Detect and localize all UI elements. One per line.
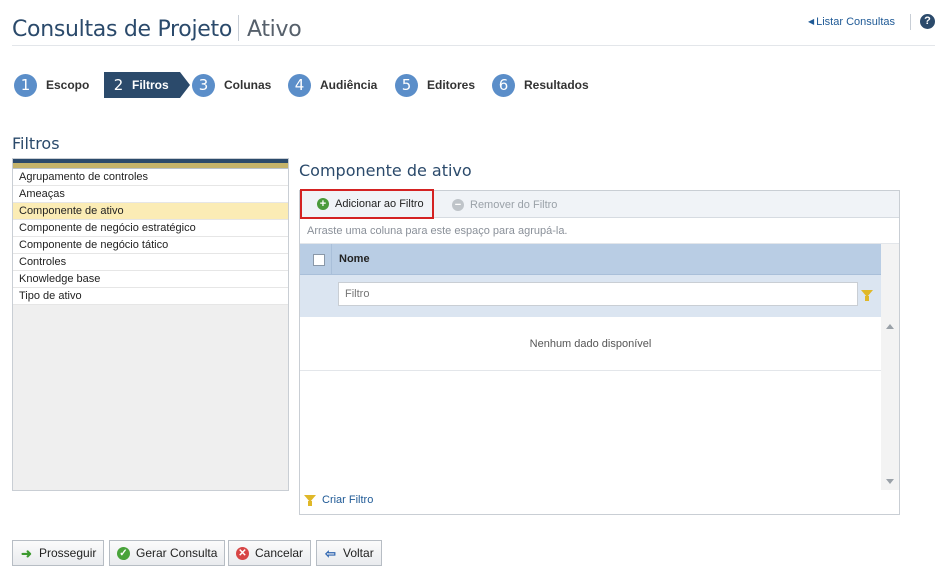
step-resultados[interactable]: 6 Resultados — [492, 72, 589, 98]
page-header: Consultas de Projeto Ativo ◀ Listar Consul… — [12, 12, 935, 46]
page-subtitle: Ativo — [246, 17, 302, 42]
minus-circle-icon: − — [452, 198, 464, 211]
list-item[interactable]: Componente de negócio estratégico — [13, 220, 288, 237]
list-queries-label: Listar Consultas — [816, 16, 895, 28]
entity-list: Agrupamento de controles Ameaças Compone… — [13, 169, 288, 305]
step-number: 6 — [492, 73, 515, 97]
check-circle-icon: ✓ — [117, 546, 130, 560]
step-label: Editores — [427, 78, 476, 92]
filter-funnel-icon[interactable] — [861, 290, 873, 301]
generate-query-button[interactable]: ✓ Gerar Consulta — [109, 540, 226, 566]
step-number: 2 — [113, 75, 124, 94]
column-divider — [331, 244, 332, 275]
step-colunas[interactable]: 3 Colunas — [192, 72, 271, 98]
list-item-selected[interactable]: Componente de ativo — [13, 203, 288, 220]
help-icon[interactable]: ? — [920, 14, 935, 29]
arrow-right-icon: ➜ — [21, 545, 32, 561]
grid-filter-row — [300, 275, 881, 317]
scroll-up-icon[interactable] — [886, 324, 894, 329]
step-label: Escopo — [46, 78, 90, 92]
generate-query-label: Gerar Consulta — [136, 546, 218, 560]
section-title: Filtros — [12, 134, 60, 153]
list-item[interactable]: Ameaças — [13, 186, 288, 203]
list-item[interactable]: Controles — [13, 254, 288, 271]
step-number: 1 — [14, 73, 37, 97]
group-by-hint: Arraste uma coluna para este espaço para… — [300, 218, 899, 244]
no-data-message: Nenhum dado disponível — [300, 317, 881, 371]
name-filter-input[interactable] — [338, 282, 858, 306]
back-label: Voltar — [343, 546, 374, 560]
column-header-name[interactable]: Nome — [339, 253, 370, 265]
cancel-label: Cancelar — [255, 546, 304, 560]
list-queries-link[interactable]: ◀ Listar Consultas — [808, 16, 895, 28]
select-all-checkbox[interactable] — [313, 254, 325, 266]
data-grid: Nome Nenhum dado disponível — [300, 244, 899, 490]
plus-circle-icon: + — [317, 198, 329, 210]
grid-toolbar: + Adicionar ao Filtro − Remover do Filtr… — [300, 189, 899, 219]
grid-scrollbar[interactable] — [881, 244, 899, 490]
remove-filter-label: Remover do Filtro — [470, 198, 558, 211]
remove-filter-button[interactable]: − Remover do Filtro — [452, 191, 557, 218]
add-filter-label: Adicionar ao Filtro — [335, 198, 424, 210]
list-item[interactable]: Knowledge base — [13, 271, 288, 288]
cancel-button[interactable]: ✕ Cancelar — [228, 540, 312, 566]
list-item[interactable]: Componente de negócio tático — [13, 237, 288, 254]
step-number: 5 — [395, 73, 418, 97]
list-item[interactable]: Agrupamento de controles — [13, 169, 288, 186]
step-label: Audiência — [320, 78, 378, 92]
step-label: Filtros — [132, 78, 169, 92]
step-escopo[interactable]: 1 Escopo — [14, 72, 89, 98]
grid-header: Nome — [300, 244, 881, 275]
scroll-down-icon[interactable] — [886, 479, 894, 484]
step-filtros[interactable]: 2 Filtros — [104, 72, 190, 98]
proceed-label: Prosseguir — [39, 546, 97, 560]
caret-left-icon: ◀ — [807, 17, 815, 26]
create-filter-link[interactable]: Criar Filtro — [304, 494, 373, 506]
header-divider — [910, 14, 911, 30]
back-button[interactable]: ⇦ Voltar — [316, 540, 382, 566]
create-filter-label: Criar Filtro — [322, 494, 374, 506]
page-title-text: Consultas de Projeto — [12, 17, 232, 42]
cancel-circle-icon: ✕ — [236, 546, 249, 560]
step-number: 3 — [192, 73, 215, 97]
active-step-arrow — [180, 72, 190, 98]
title-divider — [237, 15, 239, 41]
step-audiencia[interactable]: 4 Audiência — [288, 72, 377, 98]
step-number: 4 — [288, 73, 311, 97]
step-label: Colunas — [224, 78, 272, 92]
funnel-icon — [304, 494, 316, 506]
step-editores[interactable]: 5 Editores — [395, 72, 475, 98]
arrow-left-icon: ⇦ — [325, 545, 336, 561]
step-label: Resultados — [524, 78, 589, 92]
add-filter-button[interactable]: + Adicionar ao Filtro — [300, 189, 434, 219]
proceed-button[interactable]: ➜ Prosseguir — [12, 540, 105, 566]
component-title: Componente de ativo — [299, 161, 472, 180]
entity-list-panel: Agrupamento de controles Ameaças Compone… — [12, 158, 289, 491]
page-title: Consultas de Projeto Ativo — [12, 15, 302, 42]
list-item[interactable]: Tipo de ativo — [13, 288, 288, 305]
filter-grid-panel: + Adicionar ao Filtro − Remover do Filtr… — [299, 189, 900, 515]
